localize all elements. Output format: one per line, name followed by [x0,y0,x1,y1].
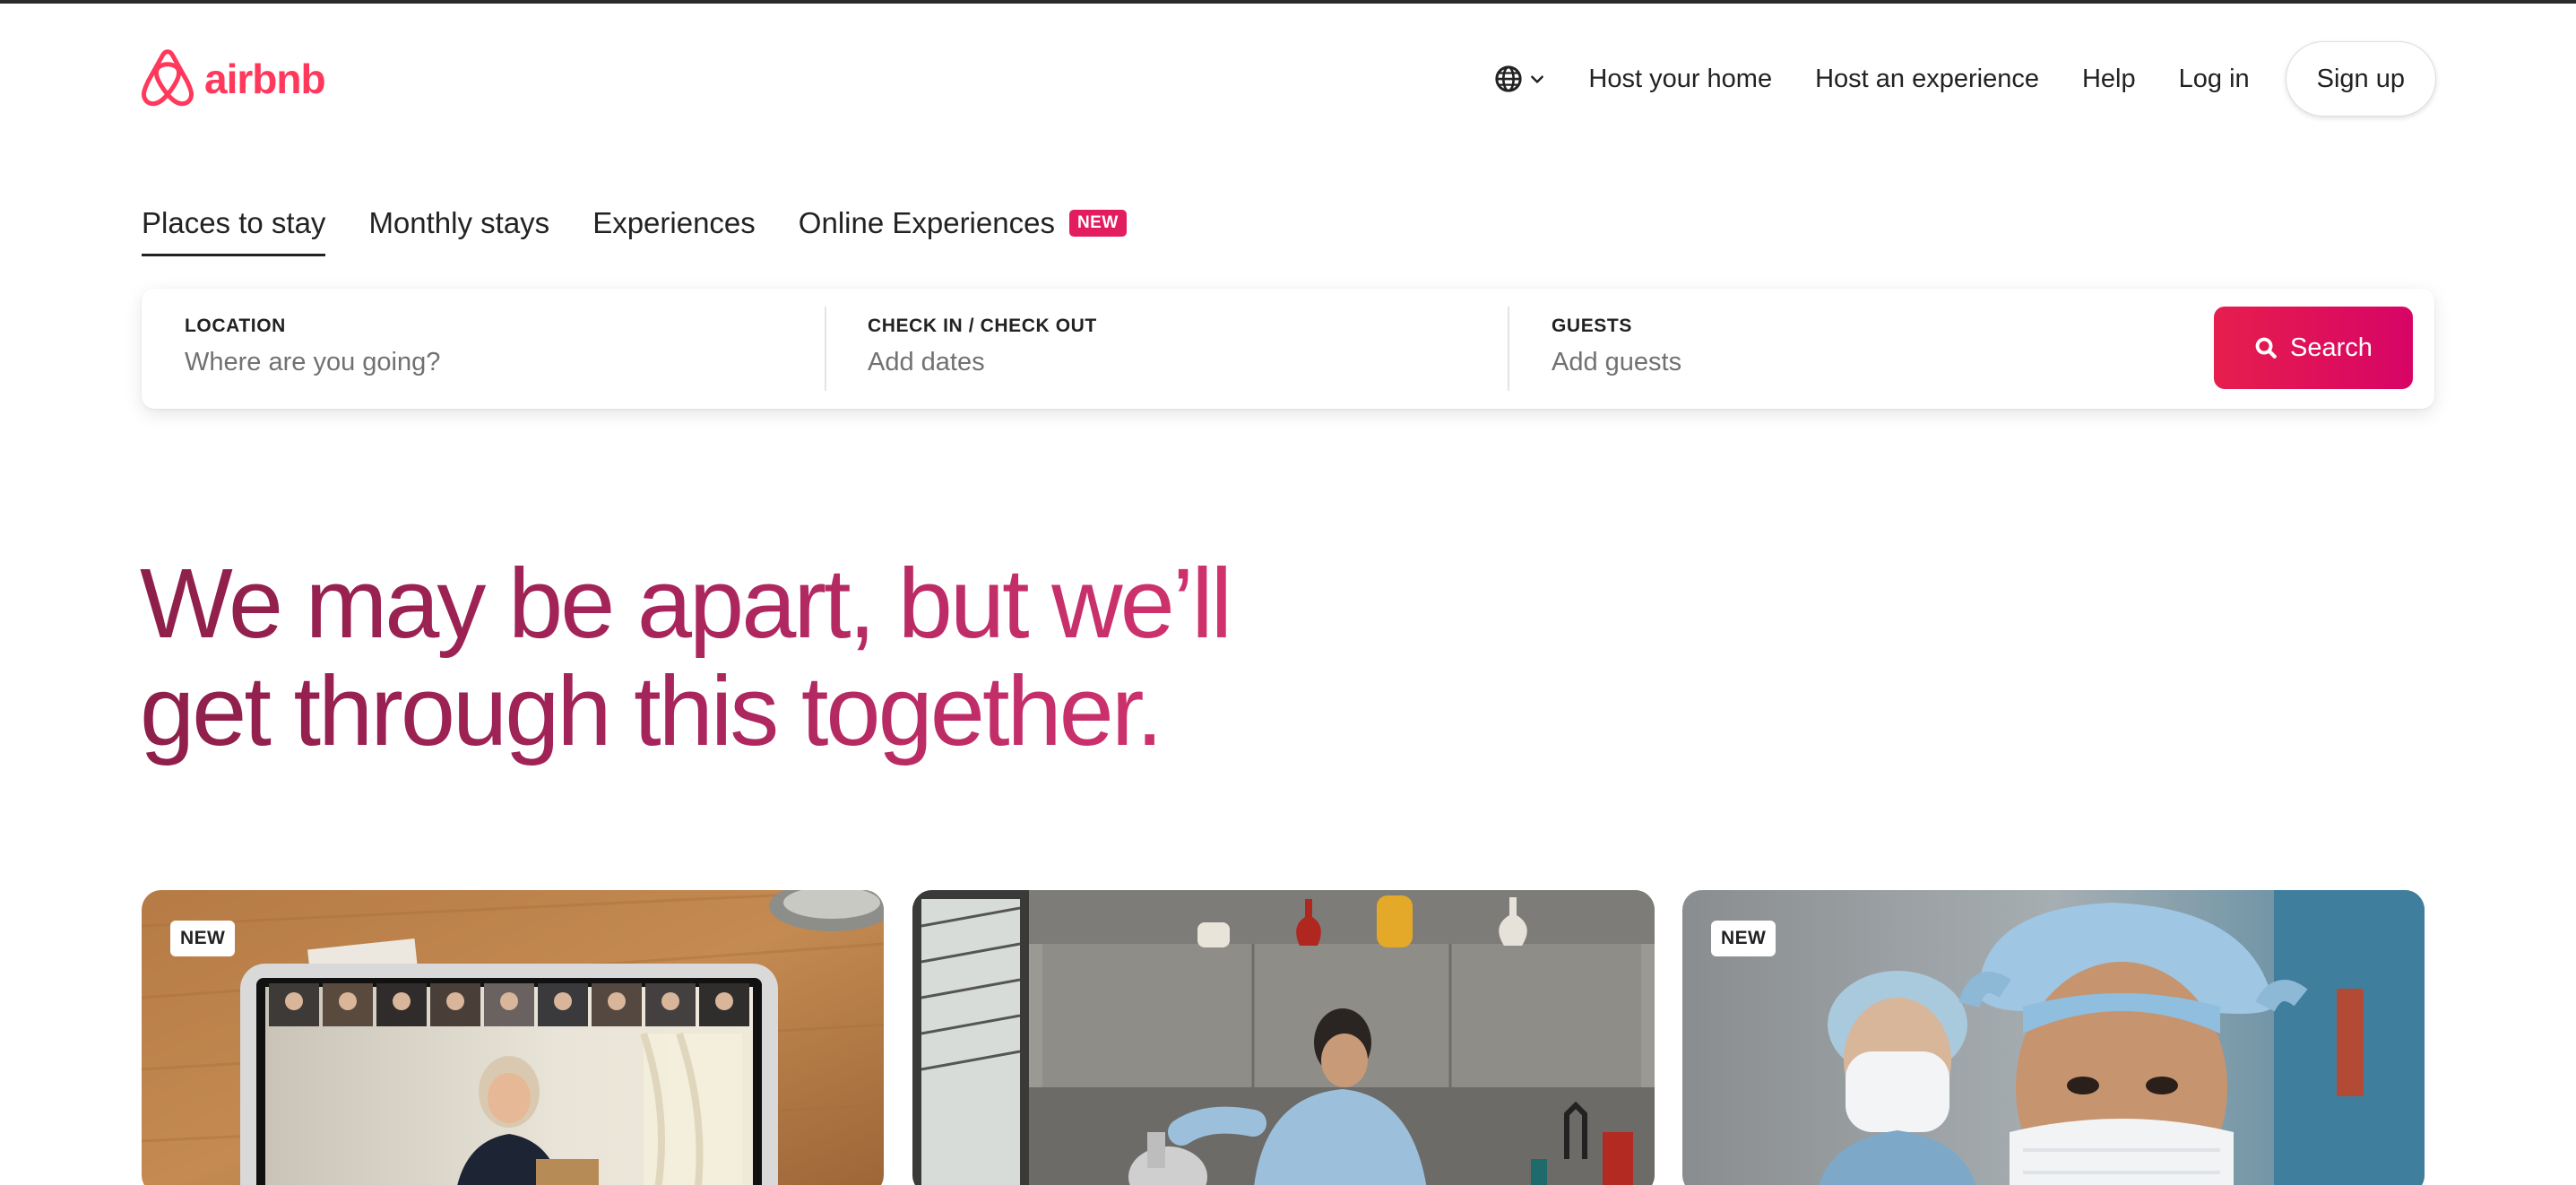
tab-label: Monthly stays [368,206,550,239]
dates-label: CHECK IN / CHECK OUT [868,316,1097,336]
search-icon [2255,337,2277,359]
search-bar: LOCATION Where are you going? CHECK IN /… [142,289,2434,409]
online-experience-video-call-photo [142,890,884,1185]
log-in-link[interactable]: Log in [2179,65,2250,94]
tab-experiences[interactable]: Experiences [592,206,756,255]
new-badge: NEW [1711,921,1776,956]
host-your-home-link[interactable]: Host your home [1588,65,1772,94]
dates-input[interactable]: Add dates [868,348,1495,377]
field-divider [825,307,826,391]
tab-online-experiences[interactable]: Online Experiences NEW [799,206,1127,255]
language-button[interactable] [1495,65,1545,92]
feature-card-online-experiences[interactable]: NEW [142,890,884,1185]
healthcare-workers-masks-photo [1682,890,2425,1185]
brand-name: airbnb [204,56,326,102]
airbnb-logo[interactable]: airbnb [140,48,326,109]
location-field[interactable]: LOCATION Where are you going? [185,289,812,409]
man-cooking-in-kitchen-photo [912,890,1655,1185]
tab-label: Places to stay [142,206,326,239]
guests-field[interactable]: GUESTS Add guests [1552,289,2089,409]
tab-label: Experiences [592,206,756,239]
field-divider [1508,307,1509,391]
feature-card-cooking[interactable] [912,890,1655,1185]
header-nav: Host your home Host an experience Help L… [1495,41,2436,117]
new-badge: NEW [170,921,236,956]
search-button-label: Search [2290,333,2373,362]
search-button[interactable]: Search [2214,307,2413,389]
chevron-down-icon [1531,75,1544,83]
host-an-experience-link[interactable]: Host an experience [1815,65,2039,94]
feature-card-frontline-stays[interactable]: NEW [1682,890,2425,1185]
tab-places-to-stay[interactable]: Places to stay [142,206,326,256]
hero-headline-line2: get through this together. [140,656,1161,766]
dates-field[interactable]: CHECK IN / CHECK OUT Add dates [868,289,1495,409]
help-link[interactable]: Help [2082,65,2136,94]
search-tabs: Places to stay Monthly stays Experiences… [142,206,1127,256]
tab-label: Online Experiences [798,206,1055,239]
guests-label: GUESTS [1552,316,1632,336]
sign-up-button[interactable]: Sign up [2285,41,2436,117]
hero-headline-line1: We may be apart, but we’ll [140,549,1231,659]
tab-monthly-stays[interactable]: Monthly stays [368,206,549,255]
globe-icon [1495,65,1523,92]
hero-headline: We may be apart, but we’ll get through t… [140,550,1395,765]
location-input[interactable]: Where are you going? [185,348,812,377]
guests-input[interactable]: Add guests [1552,348,2089,377]
new-badge: NEW [1068,210,1127,237]
window-top-border [0,0,2576,4]
location-label: LOCATION [185,316,286,336]
airbnb-belo-icon [141,49,194,107]
